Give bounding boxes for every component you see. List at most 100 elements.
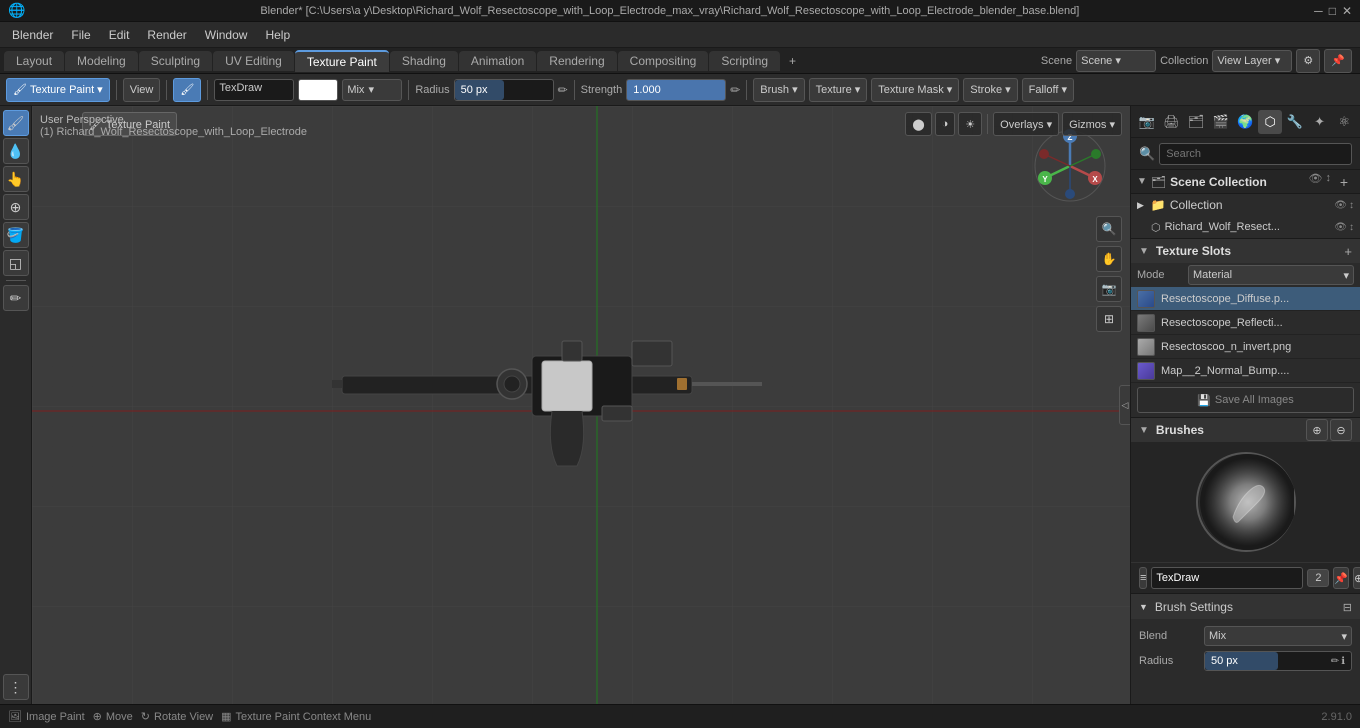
prop-icon-output[interactable]: 🖨 xyxy=(1160,110,1184,134)
draw-tool-btn[interactable]: 🖌 xyxy=(173,78,201,102)
brush-dropdown-btn[interactable]: Brush ▾ xyxy=(753,78,804,102)
model-eye-btn[interactable]: 👁 xyxy=(1334,222,1347,233)
grid-btn[interactable]: ⊞ xyxy=(1096,306,1122,332)
view-layer-dropdown[interactable]: View Layer ▾ xyxy=(1212,50,1292,72)
menu-edit[interactable]: Edit xyxy=(101,26,138,44)
render-engine-btn[interactable]: ⚙ xyxy=(1296,49,1320,73)
prop-icon-modifier[interactable]: 🔧 xyxy=(1283,110,1307,134)
texture-slot-2[interactable]: Resectoscoo_n_invert.png xyxy=(1131,335,1360,359)
prop-icon-world[interactable]: 🌍 xyxy=(1234,110,1258,134)
texture-slot-0[interactable]: Resectoscope_Diffuse.p... xyxy=(1131,287,1360,311)
prop-icon-object[interactable]: ⬡ xyxy=(1258,110,1282,134)
prop-icon-render[interactable]: 📷 xyxy=(1135,110,1159,134)
radius-slider[interactable]: 50 px xyxy=(454,79,554,101)
window-controls[interactable]: ─ □ ✕ xyxy=(1314,4,1352,18)
prop-icon-view-layer[interactable]: 🗂 xyxy=(1184,110,1208,134)
collection-eye-btn[interactable]: 👁 xyxy=(1334,200,1347,211)
viewport-overlay-btn[interactable]: Overlays ▾ xyxy=(993,112,1059,136)
radius-edit-icon[interactable]: ✏ xyxy=(1331,656,1339,667)
tool-smear[interactable]: 👆 xyxy=(3,166,29,192)
tool-annotate[interactable]: ✏ xyxy=(3,285,29,311)
tab-animation[interactable]: Animation xyxy=(459,51,536,71)
brushes-header[interactable]: ▼ Brushes ⊕ ⊖ xyxy=(1131,418,1360,442)
radius-info-icon[interactable]: ℹ xyxy=(1341,656,1345,667)
texture-slot-1[interactable]: Resectoscope_Reflecti... xyxy=(1131,311,1360,335)
texture-slots-add-btn[interactable]: + xyxy=(1344,244,1352,259)
scene-dropdown[interactable]: Scene ▾ xyxy=(1076,50,1156,72)
prop-icon-particles[interactable]: ✦ xyxy=(1308,110,1332,134)
tool-soften[interactable]: 💧 xyxy=(3,138,29,164)
menu-help[interactable]: Help xyxy=(257,26,298,44)
menu-file[interactable]: File xyxy=(63,26,98,44)
scene-collection-actions: 👁 ↕ + xyxy=(1309,172,1354,192)
viewport[interactable]: User Perspective (1) Richard_Wolf_Resect… xyxy=(32,106,1130,704)
prop-icon-scene[interactable]: 🎬 xyxy=(1209,110,1233,134)
tab-texture-paint[interactable]: Texture Paint xyxy=(295,50,389,72)
tab-scripting[interactable]: Scripting xyxy=(709,51,780,71)
brush-pin-btn[interactable]: 📌 xyxy=(1333,567,1349,589)
brush-list-btn[interactable]: ≡ xyxy=(1139,567,1147,589)
tab-modeling[interactable]: Modeling xyxy=(65,51,138,71)
model-row[interactable]: ⬡ Richard_Wolf_Resect... 👁 ↕ xyxy=(1131,216,1360,238)
texture-slot-3[interactable]: Map__2_Normal_Bump.... xyxy=(1131,359,1360,383)
properties-search-input[interactable] xyxy=(1159,143,1352,165)
brush-name-input[interactable]: TexDraw xyxy=(214,79,294,101)
brush-name-field[interactable] xyxy=(1151,567,1303,589)
stroke-dropdown-btn[interactable]: Stroke ▾ xyxy=(963,78,1017,102)
pin-btn[interactable]: 📌 xyxy=(1324,49,1352,73)
save-all-images-btn[interactable]: 💾 Save All Images xyxy=(1137,387,1354,413)
viewport-shading-solid[interactable]: ⬤ xyxy=(905,112,931,136)
menu-render[interactable]: Render xyxy=(139,26,194,44)
toggle-right-panel-btn[interactable]: ◁ xyxy=(1119,385,1130,425)
add-workspace-button[interactable]: + xyxy=(781,51,804,71)
texture-mode-dropdown[interactable]: Material ▾ xyxy=(1188,265,1354,285)
tab-compositing[interactable]: Compositing xyxy=(618,51,709,71)
blend-mode-dropdown[interactable]: Mix ▾ xyxy=(342,79,402,101)
tool-mask[interactable]: ◱ xyxy=(3,250,29,276)
menu-window[interactable]: Window xyxy=(197,26,256,44)
tool-fill[interactable]: 🪣 xyxy=(3,222,29,248)
viewport-shading-material[interactable]: ◑ xyxy=(935,112,956,136)
expand-brush-btn[interactable]: ⊕ xyxy=(1306,419,1328,441)
viewport-shading-rendered[interactable]: ☀ xyxy=(958,112,982,136)
tool-draw[interactable]: 🖌 xyxy=(3,110,29,136)
model-select-btn[interactable]: ↕ xyxy=(1349,222,1354,233)
add-collection-btn[interactable]: + xyxy=(1334,172,1354,192)
scene-eye-icon[interactable]: 👁 xyxy=(1309,172,1323,192)
strength-slider[interactable]: 1.000 xyxy=(626,79,726,101)
prop-icon-physics[interactable]: ⚛ xyxy=(1332,110,1356,134)
brush-copy-btn[interactable]: ⊕ xyxy=(1353,567,1360,589)
collection-select-btn[interactable]: ↕ xyxy=(1349,200,1354,211)
viewport-gizmos-btn[interactable]: Gizmos ▾ xyxy=(1062,112,1122,136)
close-button[interactable]: ✕ xyxy=(1342,4,1352,18)
menu-blender[interactable]: Blender xyxy=(4,26,61,44)
zoom-in-btn[interactable]: 🔍 xyxy=(1096,216,1122,242)
minimize-button[interactable]: ─ xyxy=(1314,4,1323,18)
tab-uv-editing[interactable]: UV Editing xyxy=(213,51,294,71)
mode-select-btn[interactable]: 🖌 Texture Paint ▾ xyxy=(6,78,110,102)
tab-sculpting[interactable]: Sculpting xyxy=(139,51,212,71)
camera-btn[interactable]: 📷 xyxy=(1096,276,1122,302)
collection-row[interactable]: ▶ 📁 Collection 👁 ↕ xyxy=(1131,194,1360,216)
collapse-brush-btn[interactable]: ⊖ xyxy=(1330,419,1352,441)
brush-settings-header[interactable]: ▼ Brush Settings ⊟ xyxy=(1131,595,1360,619)
radius-setting-slider[interactable]: 50 px ✏ ℹ xyxy=(1204,651,1352,671)
brush-preview[interactable] xyxy=(1196,452,1296,552)
scene-select-icon[interactable]: ↕ xyxy=(1326,172,1332,192)
tab-layout[interactable]: Layout xyxy=(4,51,64,71)
maximize-button[interactable]: □ xyxy=(1329,4,1336,18)
texture-slots-header[interactable]: ▼ Texture Slots + xyxy=(1131,239,1360,263)
tab-shading[interactable]: Shading xyxy=(390,51,458,71)
texture-mask-dropdown-btn[interactable]: Texture Mask ▾ xyxy=(871,78,959,102)
blend-dropdown[interactable]: Mix ▾ xyxy=(1204,626,1352,646)
pan-btn[interactable]: ✋ xyxy=(1096,246,1122,272)
falloff-dropdown-btn[interactable]: Falloff ▾ xyxy=(1022,78,1074,102)
view-btn[interactable]: View xyxy=(123,78,161,102)
tool-extra[interactable]: ⋮ xyxy=(3,674,29,700)
tool-clone[interactable]: ⊕ xyxy=(3,194,29,220)
viewport-gizmo[interactable]: Z X Y xyxy=(1030,126,1110,206)
brush-settings-expand-btn[interactable]: ⊟ xyxy=(1343,600,1352,614)
color-picker[interactable] xyxy=(298,79,338,101)
texture-dropdown-btn[interactable]: Texture ▾ xyxy=(809,78,868,102)
tab-rendering[interactable]: Rendering xyxy=(537,51,616,71)
